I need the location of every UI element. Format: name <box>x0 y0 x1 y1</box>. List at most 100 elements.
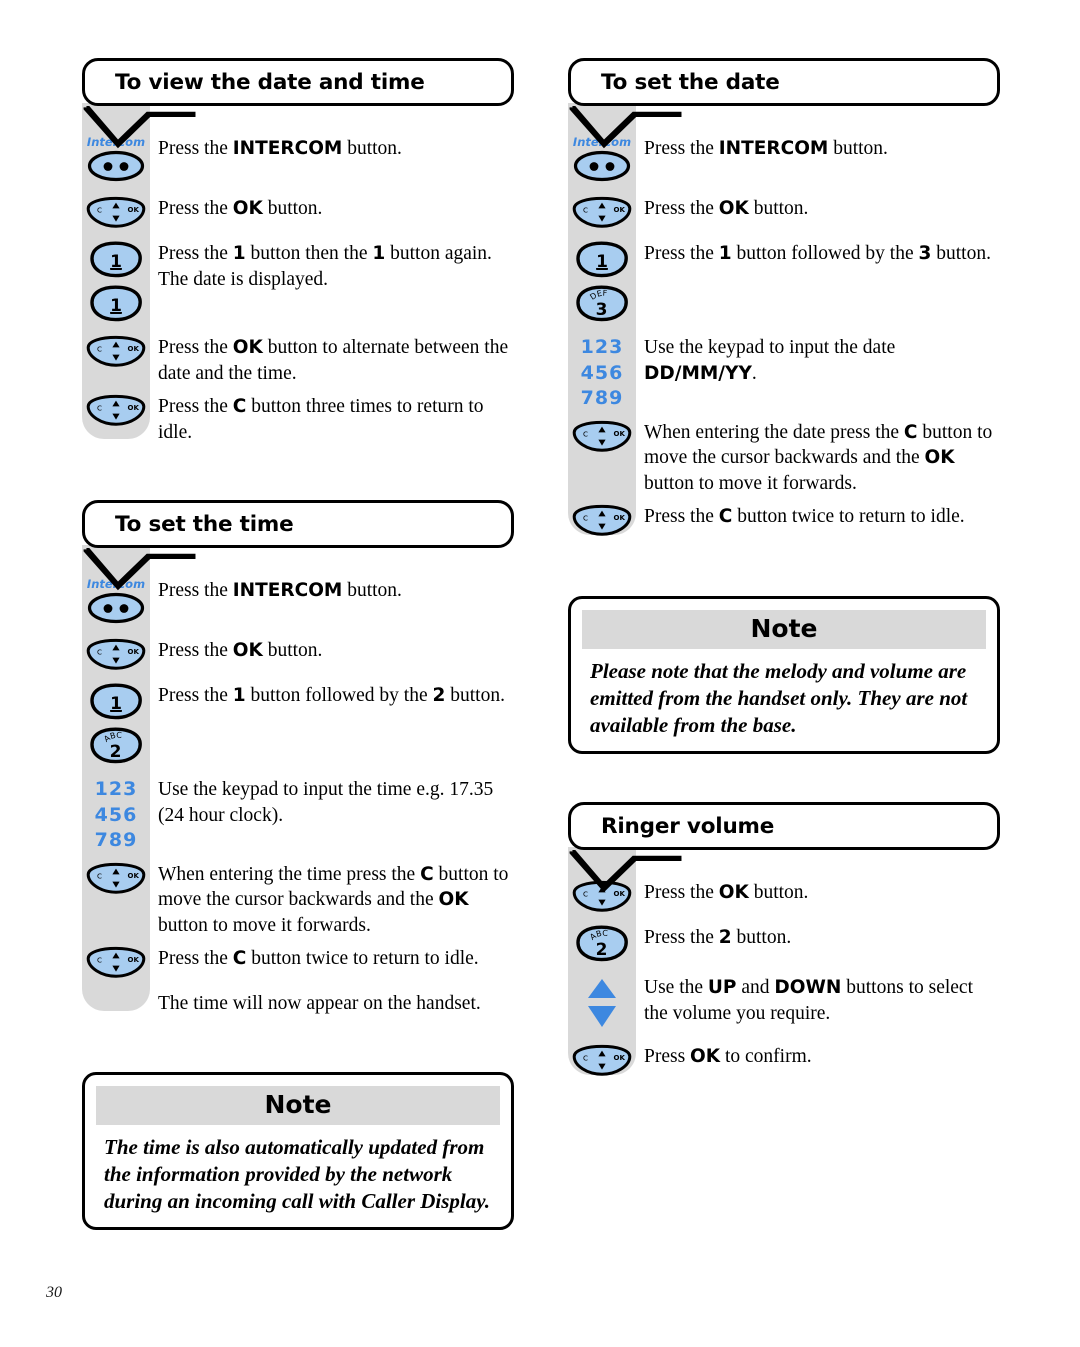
step-text: Use the UP and DOWN buttons to select th… <box>644 977 973 1024</box>
section-ringer-volume: Ringer volume C OK Press the OK button. … <box>568 802 1000 1081</box>
step-icon-group: 1 ABC 2 <box>82 682 150 769</box>
instruction-step: 1 1 Press the 1 button then the 1 button… <box>82 240 514 327</box>
step-icon-group: C OK <box>82 861 150 899</box>
navigator-c-ok-button-icon[interactable]: C OK <box>86 394 146 431</box>
navigator-c-ok-button-icon[interactable]: C OK <box>86 196 146 233</box>
keypad-1-button-icon[interactable]: 1 <box>89 683 143 725</box>
navigator-c-ok-button-icon[interactable]: C OK <box>572 196 632 233</box>
step-icon-group: C OK <box>568 1043 636 1081</box>
instruction-step: C OK Press the OK button. <box>568 879 1000 917</box>
step-text: Press the 2 button. <box>644 927 792 948</box>
step-text: Use the keypad to input the time e.g. 17… <box>158 779 494 826</box>
navigator-c-ok-button-icon[interactable]: C OK <box>572 504 632 541</box>
page-number: 30 <box>46 1284 62 1301</box>
keypad-1-button-icon[interactable]: 1 <box>89 285 143 327</box>
step-icon-group: C OK <box>82 334 150 372</box>
manual-page: To view the date and time Intercom Press… <box>0 0 1080 1347</box>
intercom-button-icon[interactable] <box>87 591 145 630</box>
keypad-2-abc-button-icon[interactable]: ABC 2 <box>89 727 143 769</box>
section-title-bubble: To view the date and time <box>82 58 514 149</box>
svg-text:C: C <box>97 956 102 965</box>
svg-text:OK: OK <box>128 404 140 412</box>
step-icon-group: C OK <box>568 195 636 233</box>
note-heading: Note <box>582 610 986 649</box>
instruction-step: Intercom Press the INTERCOM button. <box>568 135 1000 188</box>
section-body: Intercom Press the INTERCOM button. C OK… <box>82 103 514 445</box>
up-down-arrows-icon[interactable] <box>579 975 625 1036</box>
step-icon-group: Intercom <box>568 135 636 188</box>
step-text: When entering the time press the C butto… <box>158 863 509 936</box>
navigator-c-ok-button-icon[interactable]: C OK <box>86 638 146 675</box>
step-icon-group: Intercom <box>82 135 150 188</box>
navigator-c-ok-button-icon[interactable]: C OK <box>572 880 632 917</box>
navigator-c-ok-button-icon[interactable]: C OK <box>572 1044 632 1081</box>
section-title: Ringer volume <box>601 813 775 839</box>
keypad-1-button-icon[interactable]: 1 <box>575 241 629 283</box>
svg-text:OK: OK <box>614 1054 626 1062</box>
instruction-step: C OK When entering the time press the C … <box>82 861 514 939</box>
step-text: Use the keypad to input the date DD/MM/Y… <box>644 337 896 384</box>
note-heading: Note <box>96 1085 500 1125</box>
step-text: Press the INTERCOM button. <box>644 138 888 159</box>
step-text: Press the 1 button followed by the 3 but… <box>644 243 991 264</box>
step-text: Press the 1 button followed by the 2 but… <box>158 685 505 706</box>
svg-text:OK: OK <box>128 648 140 656</box>
keypad-2-abc-button-icon[interactable]: ABC 2 <box>575 925 629 967</box>
keypad-1-button-icon[interactable]: 1 <box>89 241 143 283</box>
step-icon-group: C OK <box>568 503 636 541</box>
instruction-step: C OK Press the C button three times to r… <box>82 393 514 445</box>
step-text: Press the C button twice to return to id… <box>644 506 965 527</box>
svg-text:OK: OK <box>614 430 626 438</box>
column-spacer <box>82 1024 514 1072</box>
svg-text:C: C <box>97 206 102 215</box>
step-text: When entering the date press the C butto… <box>644 421 993 494</box>
step-text: Press the C button twice to return to id… <box>158 948 479 969</box>
section-title: To set the date <box>601 69 780 95</box>
svg-text:C: C <box>97 648 102 657</box>
navigator-c-ok-button-icon[interactable]: C OK <box>86 862 146 899</box>
keypad-row-1: 123 <box>94 778 138 800</box>
svg-text:C: C <box>97 871 102 880</box>
step-text: Press the C button three times to return… <box>158 396 484 443</box>
section-title-bubble: To set the time <box>82 500 514 591</box>
instruction-step: C OK Press OK to confirm. <box>568 1043 1000 1081</box>
step-icon-group <box>568 974 636 1036</box>
keypad-row-2: 456 <box>94 803 138 826</box>
svg-text:C: C <box>97 345 102 354</box>
step-text: The time will now appear on the handset. <box>158 993 481 1014</box>
step-text: Press the 1 button then the 1 button aga… <box>158 243 492 290</box>
intercom-button-icon[interactable] <box>573 149 631 188</box>
navigator-c-ok-button-icon[interactable]: C OK <box>572 420 632 457</box>
note-body: Please note that the melody and volume a… <box>590 659 968 737</box>
navigator-c-ok-button-icon[interactable]: C OK <box>86 946 146 983</box>
keypad-3-def-button-icon[interactable]: DEF 3 <box>575 285 629 327</box>
step-text: Press the INTERCOM button. <box>158 138 402 159</box>
navigator-c-ok-button-icon[interactable]: C OK <box>86 335 146 372</box>
keypad-row-2: 456 <box>580 361 624 384</box>
instruction-step: The time will now appear on the handset. <box>82 990 514 1017</box>
instruction-step: 123 456 789 Use the keypad to input the da… <box>568 334 1000 412</box>
instruction-step: 1 ABC 2 Press the 1 button followed by t… <box>82 682 514 769</box>
step-text: Press the OK button. <box>158 198 323 219</box>
step-text: Press the INTERCOM button. <box>158 580 402 601</box>
intercom-button-icon[interactable] <box>87 149 145 188</box>
section-title: To view the date and time <box>115 69 425 95</box>
svg-text:C: C <box>583 1054 588 1063</box>
note-box-note-time: Note The time is also automatically upda… <box>82 1071 514 1230</box>
svg-text:C: C <box>583 890 588 899</box>
instruction-step: C OK Press the OK button to alternate be… <box>82 334 514 386</box>
step-icon-group: 123 456 789 <box>568 334 636 412</box>
step-icon-group: C OK <box>568 879 636 917</box>
instruction-step: ABC 2 Press the 2 button. <box>568 924 1000 967</box>
instruction-step: C OK Press the C button twice to return … <box>82 945 514 983</box>
step-icon-group: ABC 2 <box>568 924 636 967</box>
intercom-text-label: Intercom <box>86 577 146 591</box>
svg-text:OK: OK <box>614 890 626 898</box>
svg-text:OK: OK <box>128 206 140 214</box>
section-view-date-and-time: To view the date and time Intercom Press… <box>82 58 514 445</box>
intercom-text-label: Intercom <box>86 135 146 149</box>
instruction-step: Intercom Press the INTERCOM button. <box>82 577 514 630</box>
svg-text:OK: OK <box>614 206 626 214</box>
step-list: Intercom Press the INTERCOM button. C OK… <box>568 135 1000 541</box>
svg-text:OK: OK <box>128 345 140 353</box>
